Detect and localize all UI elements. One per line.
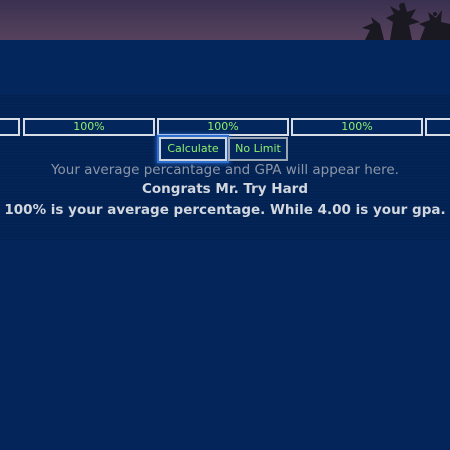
grade-input-5[interactable] <box>425 118 450 136</box>
tree-silhouette-icon <box>362 2 450 40</box>
grade-input-3[interactable]: 100% <box>157 118 289 136</box>
grade-input-2[interactable]: 100% <box>23 118 155 136</box>
background-photo <box>0 0 450 40</box>
grade-inputs-row: 100% 100% 100% <box>0 118 450 136</box>
no-limit-button[interactable]: No Limit <box>228 137 288 161</box>
result-placeholder-text: Your average percantage and GPA will app… <box>51 162 399 178</box>
header-band <box>0 40 450 95</box>
calculate-button[interactable]: Calculate <box>159 137 227 161</box>
congrats-message: Congrats Mr. Try Hard <box>141 181 309 197</box>
grade-input-4[interactable]: 100% <box>291 118 423 136</box>
grade-input-1[interactable] <box>0 118 20 136</box>
result-summary: 100% is your average percentage. While 4… <box>4 202 446 218</box>
